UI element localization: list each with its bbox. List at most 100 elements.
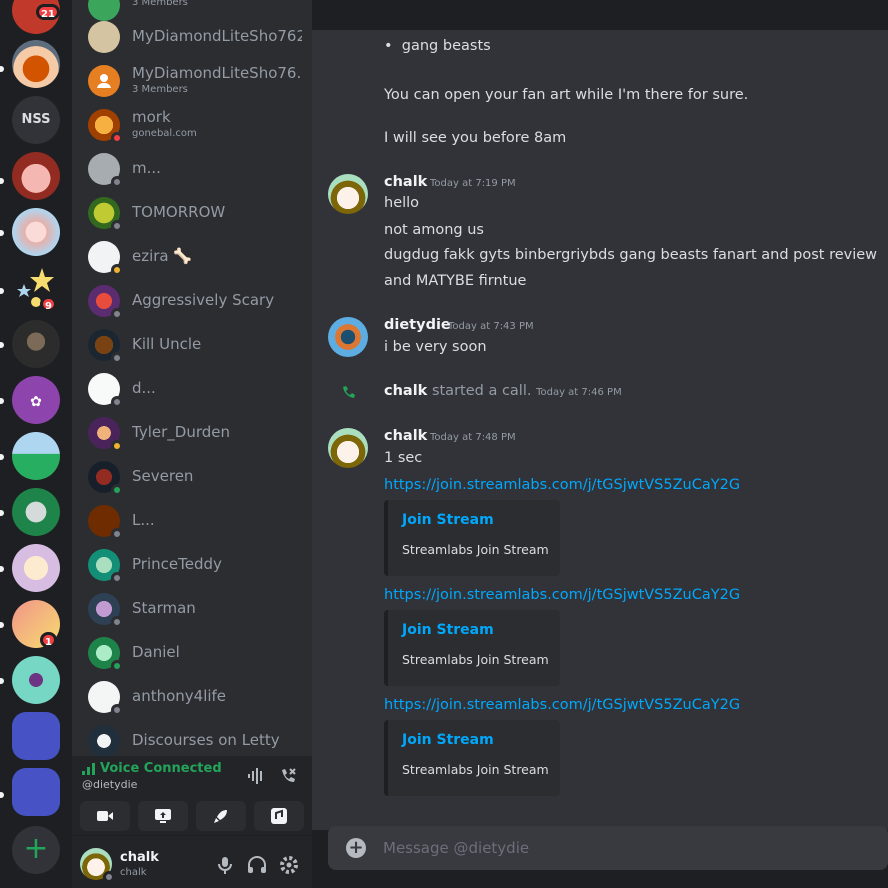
- status-offline: [111, 616, 123, 628]
- dm-item[interactable]: L...: [80, 500, 304, 542]
- message-timestamp: Today at 7:43 PM: [448, 321, 534, 332]
- server-icon-face[interactable]: [12, 152, 60, 200]
- dm-item[interactable]: MyDiamondLiteSho76... 3 Members: [80, 60, 304, 102]
- status-offline: [103, 871, 115, 883]
- dm-item[interactable]: m...: [80, 148, 304, 190]
- message-author[interactable]: chalk: [384, 174, 427, 190]
- screen-share-icon: [155, 809, 171, 823]
- add-attachment-icon[interactable]: +: [346, 838, 366, 858]
- dm-item[interactable]: ezira 🦴: [80, 236, 304, 278]
- headphones-icon[interactable]: [246, 854, 268, 876]
- status-idle: [111, 264, 123, 276]
- dm-item[interactable]: Starman: [80, 588, 304, 630]
- message-text: not among us: [384, 222, 484, 238]
- embed-description: Streamlabs Join Stream: [402, 652, 549, 667]
- dm-item[interactable]: Tyler_Durden: [80, 412, 304, 454]
- status-offline: [111, 704, 123, 716]
- user-name[interactable]: chalk: [120, 850, 159, 865]
- server-icon-girl[interactable]: [12, 544, 60, 592]
- server-icon-burger[interactable]: [12, 40, 60, 88]
- embed-title[interactable]: Join Stream: [402, 622, 494, 638]
- disconnect-icon[interactable]: [278, 766, 298, 786]
- message-author[interactable]: dietydie: [384, 317, 451, 333]
- status-offline: [111, 528, 123, 540]
- server-icon-nss[interactable]: NSS: [12, 96, 60, 144]
- dm-item[interactable]: PrinceTeddy: [80, 544, 304, 586]
- server-icon-green[interactable]: [12, 432, 60, 480]
- noise-suppression-icon[interactable]: [246, 766, 266, 786]
- dm-list: 3 Members MyDiamondLiteSho762 MyDiamondL…: [72, 0, 312, 760]
- embed-description: Streamlabs Join Stream: [402, 542, 549, 557]
- avatar[interactable]: [328, 317, 368, 357]
- voice-connected-panel: Voice Connected @dietydie: [72, 756, 312, 836]
- server-icon-folder-2[interactable]: [12, 768, 60, 816]
- soundboard-icon: [271, 808, 287, 824]
- dm-item[interactable]: Aggressively Scary: [80, 280, 304, 322]
- dm-item[interactable]: Daniel: [80, 632, 304, 674]
- dm-item[interactable]: MyDiamondLiteSho762: [80, 16, 304, 58]
- message-input[interactable]: [383, 832, 863, 864]
- call-text: started a call.: [431, 383, 532, 399]
- status-offline: [111, 176, 123, 188]
- soundboard-button[interactable]: [254, 801, 304, 831]
- chat-messages: • gang beasts You can open your fan art …: [312, 30, 888, 830]
- screen-share-button[interactable]: [138, 801, 188, 831]
- chat-header: [312, 0, 888, 30]
- link-embed: Join Stream Streamlabs Join Stream: [384, 720, 560, 796]
- avatar[interactable]: [328, 174, 368, 214]
- activity-button[interactable]: [196, 801, 246, 831]
- message-composer: +: [328, 826, 888, 870]
- stream-link[interactable]: https://join.streamlabs.com/j/tGSjwtVS5Z…: [384, 697, 740, 713]
- status-offline: [111, 308, 123, 320]
- server-rail: 21 NSS 9 ✿ 1 +: [0, 0, 72, 888]
- server-badge-stars: 9: [40, 296, 57, 312]
- microphone-icon[interactable]: [214, 854, 236, 876]
- dm-item[interactable]: Discourses on Letty: [80, 720, 304, 760]
- dm-item[interactable]: d...: [80, 368, 304, 410]
- message-timestamp: Today at 7:19 PM: [430, 178, 516, 189]
- camera-icon: [97, 811, 113, 821]
- server-icon-purple[interactable]: ✿: [12, 376, 60, 424]
- dm-item[interactable]: Kill Uncle: [80, 324, 304, 366]
- dm-item[interactable]: mork gonebal.com: [80, 104, 304, 146]
- user-panel: chalk chalk: [72, 836, 312, 888]
- message-text: You can open your fan art while I'm ther…: [384, 87, 749, 103]
- message-text: 1 sec: [384, 450, 423, 466]
- link-embed: Join Stream Streamlabs Join Stream: [384, 610, 560, 686]
- settings-gear-icon[interactable]: [278, 854, 300, 876]
- server-badge-pink: 1: [40, 632, 57, 648]
- dm-item[interactable]: TOMORROW: [80, 192, 304, 234]
- add-server-button[interactable]: +: [12, 826, 60, 874]
- message-text: gang beasts: [401, 38, 491, 54]
- server-icon-anime[interactable]: [12, 208, 60, 256]
- video-button[interactable]: [80, 801, 130, 831]
- stream-link[interactable]: https://join.streamlabs.com/j/tGSjwtVS5Z…: [384, 587, 740, 603]
- stream-link[interactable]: https://join.streamlabs.com/j/tGSjwtVS5Z…: [384, 477, 740, 493]
- avatar[interactable]: [328, 428, 368, 468]
- embed-title[interactable]: Join Stream: [402, 512, 494, 528]
- avatar: [88, 21, 120, 53]
- voice-channel-user: @dietydie: [82, 778, 138, 791]
- dm-item[interactable]: anthony4life: [80, 676, 304, 718]
- user-handle: chalk: [120, 867, 147, 878]
- server-icon-folder[interactable]: [12, 712, 60, 760]
- server-icon-dark[interactable]: [12, 320, 60, 368]
- status-offline: [111, 220, 123, 232]
- message-bullet: • gang beasts: [384, 38, 491, 54]
- svg-text:✿: ✿: [30, 394, 42, 410]
- status-dnd: [111, 132, 123, 144]
- embed-title[interactable]: Join Stream: [402, 732, 494, 748]
- dm-item[interactable]: Severen: [80, 456, 304, 498]
- call-system-message: chalk started a call. Today at 7:46 PM: [384, 383, 622, 399]
- status-offline: [111, 396, 123, 408]
- call-author[interactable]: chalk: [384, 383, 427, 399]
- message-text: and MATYBE firntue: [384, 273, 527, 289]
- voice-status[interactable]: Voice Connected: [100, 761, 222, 776]
- message-author[interactable]: chalk: [384, 428, 427, 444]
- rocket-icon: [214, 810, 227, 823]
- embed-description: Streamlabs Join Stream: [402, 762, 549, 777]
- phone-call-icon: [343, 386, 355, 398]
- server-icon-teal[interactable]: [12, 656, 60, 704]
- avatar: [88, 725, 120, 757]
- server-icon-green-2[interactable]: [12, 488, 60, 536]
